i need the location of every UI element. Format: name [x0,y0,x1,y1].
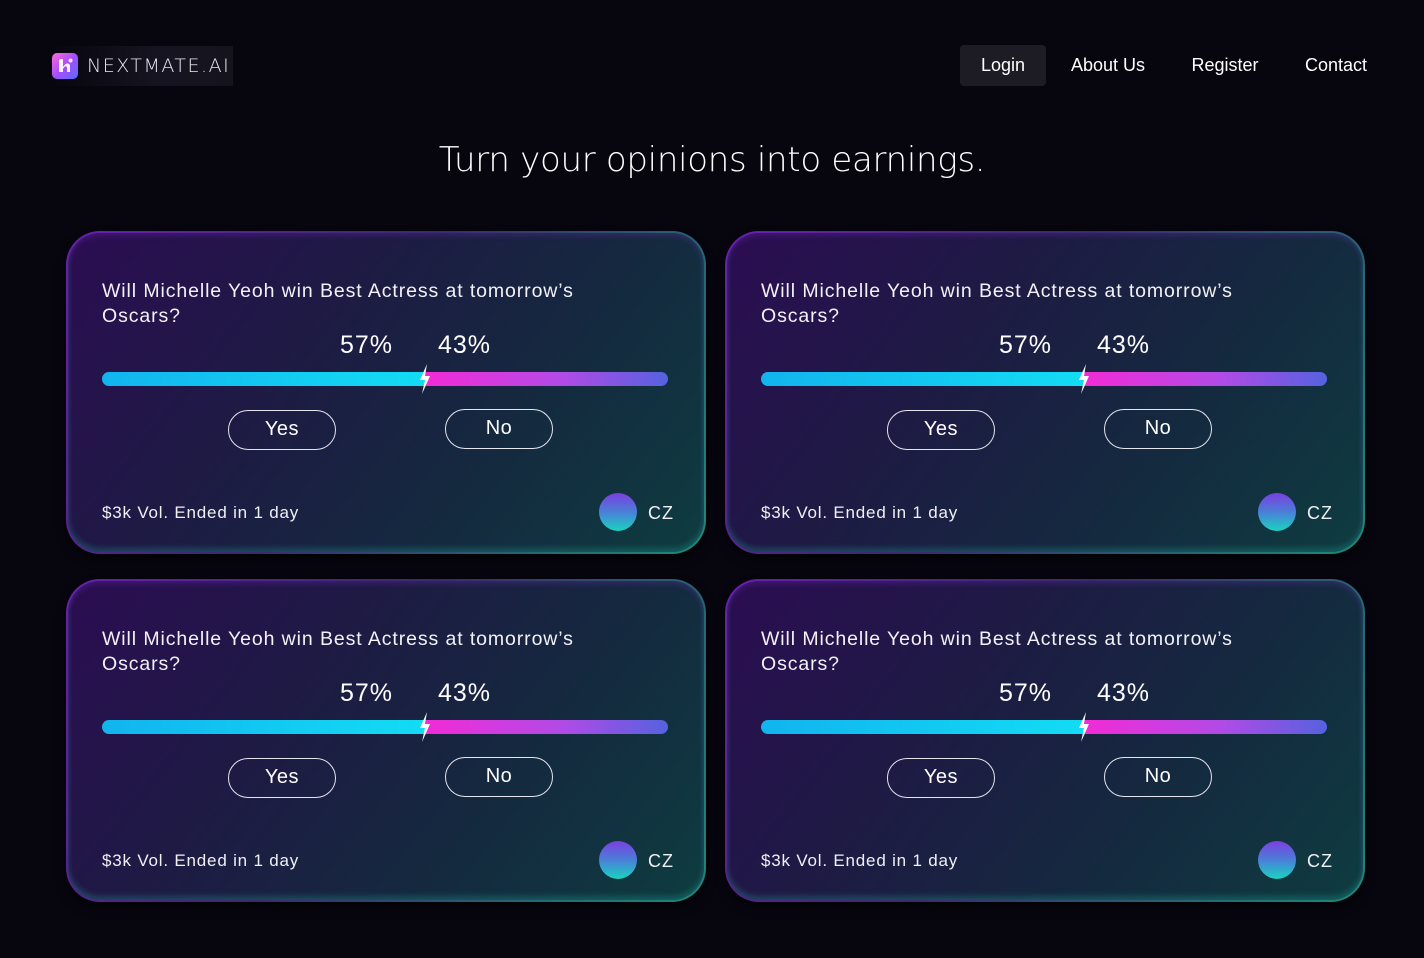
creator-avatar[interactable] [599,841,637,879]
odds-bar-no [424,720,668,734]
market-question: Will Michelle Yeoh win Best Actress at t… [102,280,574,327]
yes-percentage: 57% [340,331,394,359]
no-button[interactable]: No [1104,409,1212,449]
yes-button[interactable]: Yes [887,758,995,798]
market-card-body: Will Michelle Yeoh win Best Actress at t… [727,233,1363,552]
market-question: Will Michelle Yeoh win Best Actress at t… [761,628,1233,675]
creator-avatar[interactable] [1258,841,1296,879]
creator-name[interactable]: CZ [648,851,674,872]
market-card-body: Will Michelle Yeoh win Best Actress at t… [68,233,704,552]
brand-name: NEXTMATE.AI [87,55,231,77]
market-card: Will Michelle Yeoh win Best Actress at t… [725,231,1365,554]
odds-bar-yes [102,372,425,386]
odds-bar-yes [761,372,1084,386]
market-card-body: Will Michelle Yeoh win Best Actress at t… [727,581,1363,900]
odds-bar [761,372,1327,386]
market-card: Will Michelle Yeoh win Best Actress at t… [725,579,1365,902]
nav-contact[interactable]: Contact [1292,45,1380,86]
market-question: Will Michelle Yeoh win Best Actress at t… [102,628,574,675]
creator-avatar[interactable] [1258,493,1296,531]
market-meta: $3k Vol. Ended in 1 day [102,503,300,522]
yes-percentage: 57% [340,679,394,707]
no-button[interactable]: No [1104,757,1212,797]
nextmate-logo-icon [52,53,78,79]
brand-logo[interactable]: NEXTMATE.AI [52,46,233,86]
lightning-bolt-icon [419,364,430,394]
page-headline: Turn your opinions into earnings. [438,140,986,180]
lightning-bolt-icon [419,712,430,742]
lightning-bolt-icon [1078,712,1089,742]
yes-percentage: 57% [999,679,1053,707]
market-card-body: Will Michelle Yeoh win Best Actress at t… [68,581,704,900]
market-meta: $3k Vol. Ended in 1 day [761,503,959,522]
market-question: Will Michelle Yeoh win Best Actress at t… [761,280,1233,327]
odds-bar-no [424,372,668,386]
odds-bar-no [1083,372,1327,386]
market-meta: $3k Vol. Ended in 1 day [761,851,959,870]
nav-about-us[interactable]: About Us [1058,45,1158,86]
odds-bar [102,372,668,386]
nav-login[interactable]: Login [960,45,1046,86]
yes-button[interactable]: Yes [887,410,995,450]
lightning-bolt-icon [1078,364,1089,394]
odds-bar [102,720,668,734]
page: NEXTMATE.AI Login About Us Register Cont… [0,0,1424,958]
creator-name[interactable]: CZ [648,503,674,524]
odds-bar [761,720,1327,734]
odds-bar-yes [761,720,1084,734]
creator-avatar[interactable] [599,493,637,531]
market-card: Will Michelle Yeoh win Best Actress at t… [66,231,706,554]
no-percentage: 43% [1097,331,1151,359]
creator-name[interactable]: CZ [1307,851,1333,872]
no-percentage: 43% [438,331,492,359]
odds-bar-no [1083,720,1327,734]
no-button[interactable]: No [445,757,553,797]
yes-button[interactable]: Yes [228,410,336,450]
creator-name[interactable]: CZ [1307,503,1333,524]
nav-register[interactable]: Register [1178,45,1272,86]
market-card: Will Michelle Yeoh win Best Actress at t… [66,579,706,902]
no-button[interactable]: No [445,409,553,449]
market-meta: $3k Vol. Ended in 1 day [102,851,300,870]
odds-bar-yes [102,720,425,734]
yes-percentage: 57% [999,331,1053,359]
no-percentage: 43% [1097,679,1151,707]
no-percentage: 43% [438,679,492,707]
yes-button[interactable]: Yes [228,758,336,798]
